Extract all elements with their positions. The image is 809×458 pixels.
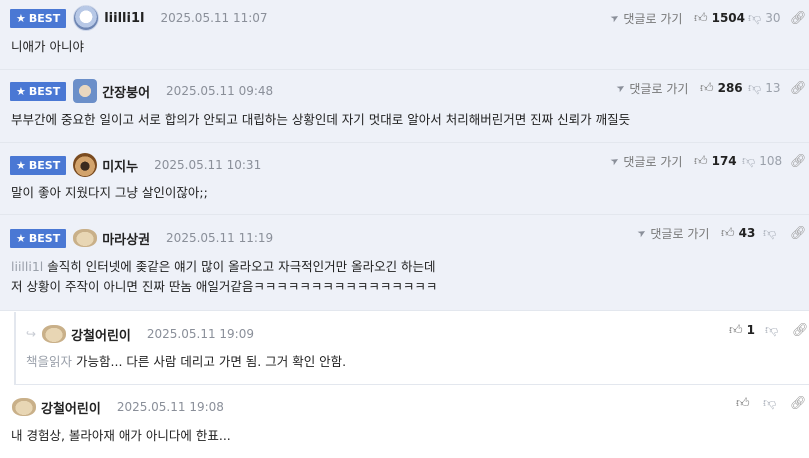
- thumbs-down-icon: 👎︎: [742, 153, 756, 169]
- comment-text: 내 경험상, 볼라아재 애가 아니다에 한표...: [11, 428, 231, 443]
- comment-text: 부부간에 중요한 일이고 서로 합의가 안되고 대립하는 상황인데 자기 멋대로…: [11, 112, 631, 127]
- nickname[interactable]: 강철어린이: [41, 398, 101, 417]
- link-icon[interactable]: 🔗︎: [790, 143, 807, 179]
- upvote-button[interactable]: 👍︎ 1504: [694, 0, 745, 36]
- reply-arrow-icon: ↪: [26, 327, 37, 341]
- link-icon[interactable]: 🔗︎: [790, 215, 807, 251]
- reply-comment-item: ↪ 강철어린이 2025.05.11 19:09 👍︎ 1 👎︎ 🔗︎ 책을읽자 …: [14, 312, 809, 385]
- comment-item: ★ BEST 마라상권 2025.05.11 11:19 ➤ 댓글로 가기 👍︎ 43…: [0, 215, 809, 311]
- comment-date: 2025.05.11 11:19: [166, 231, 274, 245]
- best-badge: ★ BEST: [10, 228, 67, 248]
- send-arrow-icon: ➤: [608, 11, 622, 25]
- downvote-button[interactable]: 👎︎ 13: [748, 70, 780, 106]
- downvote-button[interactable]: 👎︎: [763, 215, 780, 251]
- star-icon: ★: [16, 84, 26, 98]
- comment-header: ★ BEST liilli1l 2025.05.11 11:07: [10, 0, 268, 36]
- thumbs-down-icon: 👎︎: [748, 80, 762, 96]
- link-icon[interactable]: 🔗︎: [790, 70, 807, 106]
- link-icon[interactable]: 🔗︎: [790, 0, 807, 36]
- avatar[interactable]: [73, 153, 98, 177]
- star-icon: ★: [16, 158, 26, 172]
- comment-text: 니애가 아니야: [11, 39, 84, 54]
- downvote-button[interactable]: 👎︎ 108: [742, 143, 782, 179]
- comment-text: 말이 좋아 지웠다지 그냥 살인이잖아;;: [11, 185, 208, 200]
- send-arrow-icon: ➤: [614, 81, 628, 95]
- avatar[interactable]: [73, 79, 98, 103]
- upvote-button[interactable]: 👍︎ 1: [729, 312, 755, 348]
- comment-text: 책을읽자 가능함... 다른 사람 데리고 가면 됨. 그거 확인 안함.: [26, 354, 347, 369]
- comment-text: liilli1l 솔직히 인터넷에 좆같은 얘기 많이 올라오고 자극적인거만 …: [11, 259, 438, 294]
- comment-item: ★ BEST liilli1l 2025.05.11 11:07 ➤ 댓글로 가기 …: [0, 0, 809, 70]
- comment-header: ★ BEST 미지누 2025.05.11 10:31: [10, 147, 261, 183]
- comment-date: 2025.05.11 19:09: [146, 327, 254, 341]
- upvote-button[interactable]: 👍︎: [736, 385, 750, 421]
- thumbs-up-icon: 👍︎: [721, 225, 735, 241]
- reply-to-button[interactable]: ➤ 댓글로 가기: [614, 70, 689, 106]
- comment-item: 강철어린이 2025.05.11 19:08 👍︎ 👎︎ 🔗︎ 내 경험상, 볼…: [0, 385, 809, 458]
- thumbs-up-icon: 👍︎: [694, 153, 708, 169]
- mention[interactable]: 책을읽자: [26, 354, 72, 369]
- best-badge: ★ BEST: [10, 8, 67, 28]
- avatar[interactable]: [42, 325, 67, 343]
- downvote-button[interactable]: 👎︎: [765, 312, 778, 348]
- downvote-button[interactable]: 👎︎: [763, 385, 776, 421]
- avatar[interactable]: [73, 5, 100, 31]
- thumbs-up-icon: 👍︎: [700, 80, 714, 96]
- avatar[interactable]: [12, 398, 36, 416]
- thumbs-down-icon: 👎︎: [765, 322, 779, 338]
- reply-to-button[interactable]: ➤ 댓글로 가기: [608, 0, 683, 36]
- reply-to-button[interactable]: ➤ 댓글로 가기: [635, 215, 710, 251]
- thumbs-down-icon: 👎︎: [748, 10, 762, 26]
- thumbs-up-icon: 👍︎: [729, 322, 743, 338]
- comment-header: ★ BEST 간장붕어 2025.05.11 09:48: [10, 73, 273, 109]
- thumbs-down-icon: 👎︎: [763, 395, 777, 411]
- link-icon[interactable]: 🔗︎: [792, 312, 809, 348]
- comment-header: 강철어린이 2025.05.11 19:08: [10, 389, 224, 425]
- comment-header: ↪ 강철어린이 2025.05.11 19:09: [26, 316, 254, 352]
- nickname[interactable]: 마라상권: [102, 229, 150, 248]
- best-badge: ★ BEST: [10, 81, 67, 101]
- nickname[interactable]: 미지누: [102, 156, 138, 175]
- thumbs-up-icon: 👍︎: [736, 395, 750, 411]
- nickname[interactable]: 간장붕어: [102, 82, 150, 101]
- upvote-button[interactable]: 👍︎ 174: [694, 143, 737, 179]
- mention[interactable]: liilli1l: [11, 259, 43, 274]
- upvote-button[interactable]: 👍︎ 43: [721, 215, 755, 251]
- avatar[interactable]: [73, 229, 98, 247]
- thumbs-down-icon: 👎︎: [763, 225, 777, 241]
- downvote-button[interactable]: 👎︎ 30: [748, 0, 780, 36]
- star-icon: ★: [16, 231, 26, 245]
- best-badge: ★ BEST: [10, 155, 67, 175]
- nickname[interactable]: liilli1l: [104, 11, 144, 26]
- comment-item: ★ BEST 간장붕어 2025.05.11 09:48 ➤ 댓글로 가기 👍︎ 28…: [0, 70, 809, 143]
- thumbs-up-icon: 👍︎: [694, 10, 708, 26]
- comment-item: ★ BEST 미지누 2025.05.11 10:31 ➤ 댓글로 가기 👍︎ 174…: [0, 143, 809, 215]
- star-icon: ★: [16, 11, 26, 25]
- comment-header: ★ BEST 마라상권 2025.05.11 11:19: [10, 220, 273, 256]
- comment-date: 2025.05.11 10:31: [154, 158, 262, 172]
- send-arrow-icon: ➤: [635, 226, 649, 240]
- comment-date: 2025.05.11 09:48: [166, 84, 274, 98]
- link-icon[interactable]: 🔗︎: [790, 385, 807, 421]
- comment-date: 2025.05.11 19:08: [116, 400, 224, 414]
- nickname[interactable]: 강철어린이: [71, 325, 131, 344]
- send-arrow-icon: ➤: [608, 154, 622, 168]
- comment-date: 2025.05.11 11:07: [160, 11, 268, 25]
- upvote-button[interactable]: 👍︎ 286: [700, 70, 743, 106]
- reply-to-button[interactable]: ➤ 댓글로 가기: [608, 143, 683, 179]
